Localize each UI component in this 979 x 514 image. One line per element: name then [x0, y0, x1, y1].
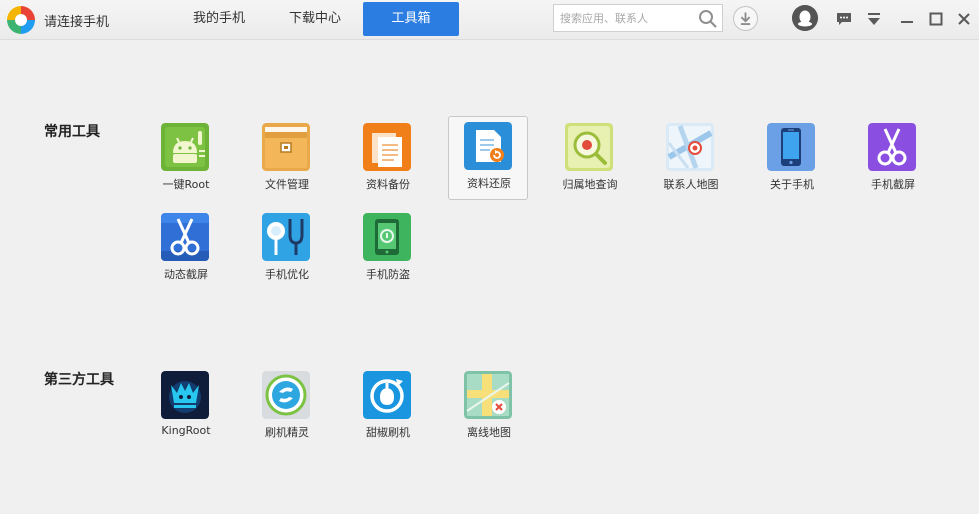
tool-label: 手机防盗: [366, 268, 410, 281]
menu-dropdown-icon[interactable]: [865, 10, 883, 28]
tool-label: 一键Root: [162, 178, 210, 191]
tool-label: 动态截屏: [164, 268, 208, 281]
app-title: 请连接手机: [44, 15, 110, 30]
tool-label: 甜椒刷机: [366, 426, 410, 439]
tool-about-phone[interactable]: 关于手机: [751, 121, 831, 199]
scissors-icon: [868, 123, 916, 171]
close-icon[interactable]: [955, 10, 973, 28]
tab-toolbox[interactable]: 工具箱: [363, 2, 459, 36]
tool-label: 手机优化: [265, 268, 309, 281]
tool-location-lookup[interactable]: 归属地查询: [549, 121, 629, 199]
pepper-flash-icon: [363, 371, 411, 419]
tool-label: 离线地图: [467, 426, 511, 439]
tool-file-manager[interactable]: 文件管理: [246, 121, 326, 199]
tool-label: 手机截屏: [871, 178, 915, 191]
download-icon[interactable]: [733, 6, 758, 31]
section-title-third-party-tools: 第三方工具: [44, 372, 114, 388]
tab-download-center[interactable]: 下载中心: [276, 2, 354, 36]
tool-label: 联系人地图: [663, 178, 719, 191]
android-root-icon: [161, 123, 209, 171]
tool-data-backup[interactable]: 资料备份: [347, 121, 427, 199]
tool-shuaji-spirit[interactable]: 刷机精灵: [246, 369, 326, 447]
tool-label: 文件管理: [265, 178, 309, 191]
tool-label: 归属地查询: [562, 178, 618, 191]
tool-label: 刷机精灵: [265, 426, 309, 439]
tool-phone-optimize[interactable]: 手机优化: [246, 211, 326, 289]
offline-map-icon: [464, 371, 512, 419]
tab-my-phone[interactable]: 我的手机: [180, 2, 258, 36]
tool-label: 资料还原: [467, 177, 511, 190]
tool-contact-map[interactable]: 联系人地图: [650, 121, 730, 199]
app-logo-icon: [7, 6, 35, 34]
tool-label: 关于手机: [770, 178, 814, 191]
qq-avatar-icon[interactable]: [792, 5, 818, 31]
title-bar: 请连接手机 我的手机 下载中心 工具箱: [0, 0, 979, 40]
tool-anti-theft[interactable]: 手机防盗: [347, 211, 427, 289]
shuaji-spirit-icon: [262, 371, 310, 419]
search-input[interactable]: [554, 5, 690, 31]
location-lookup-icon: [565, 123, 613, 171]
stethoscope-icon: [262, 213, 310, 261]
message-icon[interactable]: [835, 10, 853, 28]
document-backup-icon: [363, 123, 411, 171]
kingroot-icon: [161, 371, 209, 419]
tool-one-click-root[interactable]: 一键Root: [145, 121, 225, 199]
search-box: [553, 4, 723, 32]
dynamic-screenshot-icon: [161, 213, 209, 261]
tool-dynamic-screenshot[interactable]: 动态截屏: [145, 211, 225, 289]
tool-pepper-flash[interactable]: 甜椒刷机: [347, 369, 427, 447]
maximize-icon[interactable]: [927, 10, 945, 28]
tool-offline-map[interactable]: 离线地图: [448, 369, 528, 447]
tool-kingroot[interactable]: KingRoot: [145, 369, 225, 447]
phone-icon: [767, 123, 815, 171]
document-restore-icon: [464, 122, 512, 170]
search-icon[interactable]: [698, 9, 718, 29]
anti-theft-icon: [363, 213, 411, 261]
tool-label: KingRoot: [161, 424, 211, 437]
tool-data-restore[interactable]: 资料还原: [448, 116, 528, 200]
contact-map-icon: [666, 123, 714, 171]
tool-phone-screenshot[interactable]: 手机截屏: [852, 121, 932, 199]
minimize-icon[interactable]: [898, 10, 916, 28]
tool-label: 资料备份: [366, 178, 410, 191]
section-title-common-tools: 常用工具: [44, 124, 100, 140]
folder-icon: [262, 123, 310, 171]
